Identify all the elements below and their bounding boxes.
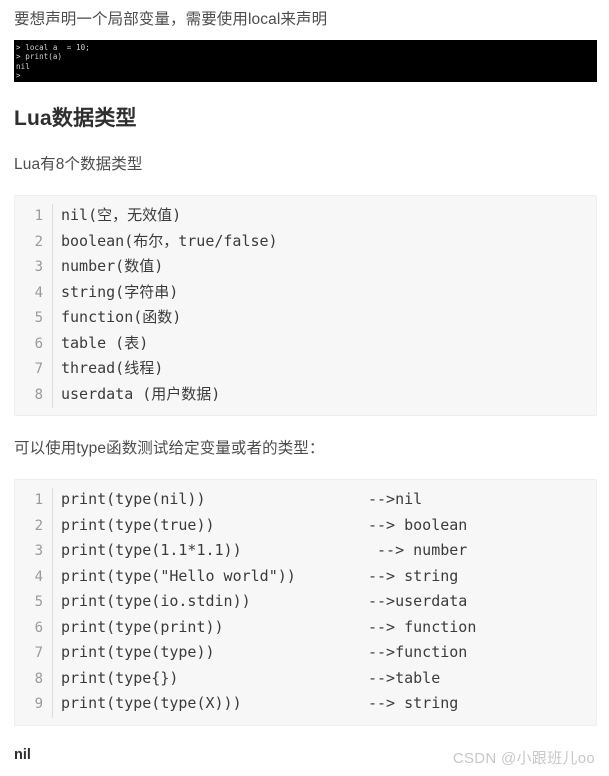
code-line-text: print(type(type(X))) --> string	[53, 691, 596, 717]
code-line-text: print(type(true)) --> boolean	[53, 513, 596, 539]
code-line: 1 nil(空，无效值)	[15, 203, 596, 230]
line-number: 4	[15, 564, 53, 590]
line-number: 9	[15, 692, 53, 718]
code-block-data-types: 1 nil(空，无效值) 2 boolean(布尔，true/false) 3 …	[14, 195, 597, 416]
intro-paragraph: 要想声明一个局部变量，需要使用local来声明	[14, 11, 328, 28]
code-block-type-function: 1 print(type(nil)) -->nil 2 print(type(tr…	[14, 479, 597, 726]
line-number: 8	[15, 666, 53, 692]
code-line-text: string(字符串)	[61, 282, 179, 301]
code-line: 6 table (表)	[15, 331, 596, 357]
code-comment: --> boolean	[368, 515, 468, 534]
line-number: 7	[15, 641, 53, 667]
code-line: 4 print(type("Hello world")) --> string	[15, 564, 596, 590]
code-line-text: print(type(io.stdin)) -->userdata	[53, 589, 596, 615]
code-line: 5 print(type(io.stdin)) -->userdata	[15, 589, 596, 616]
line-number: 5	[15, 590, 53, 616]
code-statement: print(type(1.1*1.1))	[61, 541, 242, 559]
code-comment: --> string	[368, 694, 459, 712]
code-line-text: print(type(nil)) -->nil	[53, 487, 596, 513]
code-statement: print(type(true))	[61, 515, 215, 534]
line-number: 1	[15, 204, 53, 230]
code-line: 3 number(数值)	[15, 254, 596, 281]
code-line-text: print(type(print)) --> function	[53, 615, 596, 641]
code-line: 2 boolean(布尔，true/false)	[15, 229, 596, 255]
code-line-text: number(数值)	[61, 257, 164, 275]
code-statement: print(type{})	[61, 668, 179, 687]
code-line-text: boolean(布尔，true/false)	[61, 231, 278, 250]
line-number: 7	[15, 357, 53, 383]
code-comment: -->function	[368, 643, 468, 661]
code-line: 7 print(type(type)) -->function	[15, 640, 596, 667]
line-number: 8	[15, 382, 53, 408]
code-line: 9 print(type(type(X))) --> string	[15, 691, 596, 718]
line-number: 6	[15, 615, 53, 641]
line-number: 3	[15, 539, 53, 565]
code-statement: print(type(io.stdin))	[61, 592, 251, 610]
code-line-text: function(函数)	[61, 308, 182, 326]
code-line: 4 string(字符串)	[15, 280, 596, 306]
code-line-text: nil(空，无效值)	[61, 206, 182, 224]
line-number: 5	[15, 306, 53, 332]
code-comment: --> number	[368, 541, 468, 559]
code-statement: print(type(type(X)))	[61, 694, 242, 712]
code-statement: print(type(print))	[61, 617, 224, 636]
line-number: 6	[15, 331, 53, 357]
code-comment: -->nil	[368, 490, 423, 508]
csdn-watermark: CSDN @小跟班儿oo	[452, 749, 595, 767]
line-number: 2	[15, 229, 53, 255]
terminal-line: >	[16, 71, 21, 81]
mid-paragraph: 可以使用type函数测试给定变量或者的类型：	[14, 440, 325, 457]
line-number: 1	[15, 488, 53, 514]
code-comment: -->table	[368, 668, 441, 687]
code-line-text: table (表)	[61, 333, 149, 352]
output-nil: nil	[14, 746, 31, 763]
code-line: 8 print(type{}) -->table	[15, 666, 596, 692]
code-line-text: print(type{}) -->table	[53, 666, 596, 692]
section-paragraph: Lua有8个数据类型	[14, 156, 143, 173]
code-line-text: userdata (用户数据)	[61, 384, 221, 403]
code-comment: --> string	[368, 566, 459, 585]
terminal-line: > local a = 10;	[16, 43, 90, 52]
code-statement: print(type("Hello world"))	[61, 566, 296, 585]
code-line-text: print(type(type)) -->function	[53, 640, 596, 666]
code-line: 1 print(type(nil)) -->nil	[15, 487, 596, 514]
line-number: 3	[15, 255, 53, 281]
code-line: 5 function(函数)	[15, 305, 596, 332]
terminal-line: nil	[16, 61, 30, 71]
article-page: 要想声明一个局部变量，需要使用local来声明 > local a = 10; …	[0, 0, 609, 772]
lua-repl-screenshot: > local a = 10; > print(a) nil >	[14, 40, 597, 82]
section-heading: Lua数据类型	[14, 107, 137, 130]
code-line: 3 print(type(1.1*1.1)) --> number	[15, 538, 596, 565]
code-line: 7 thread(线程)	[15, 356, 596, 383]
line-number: 4	[15, 280, 53, 306]
code-line: 2 print(type(true)) --> boolean	[15, 513, 596, 539]
code-line-text: print(type("Hello world")) --> string	[53, 564, 596, 590]
code-line-text: print(type(1.1*1.1)) --> number	[53, 538, 596, 564]
terminal-line: > print(a)	[16, 52, 63, 62]
code-comment: -->userdata	[368, 592, 468, 610]
code-line-text: thread(线程)	[61, 359, 164, 377]
code-comment: --> function	[368, 617, 477, 636]
footer: nil CSDN @小跟班儿oo	[14, 746, 595, 772]
line-number: 2	[15, 513, 53, 539]
code-statement: print(type(type))	[61, 643, 215, 661]
code-line: 6 print(type(print)) --> function	[15, 615, 596, 641]
code-line: 8 userdata (用户数据)	[15, 382, 596, 408]
code-statement: print(type(nil))	[61, 490, 206, 508]
